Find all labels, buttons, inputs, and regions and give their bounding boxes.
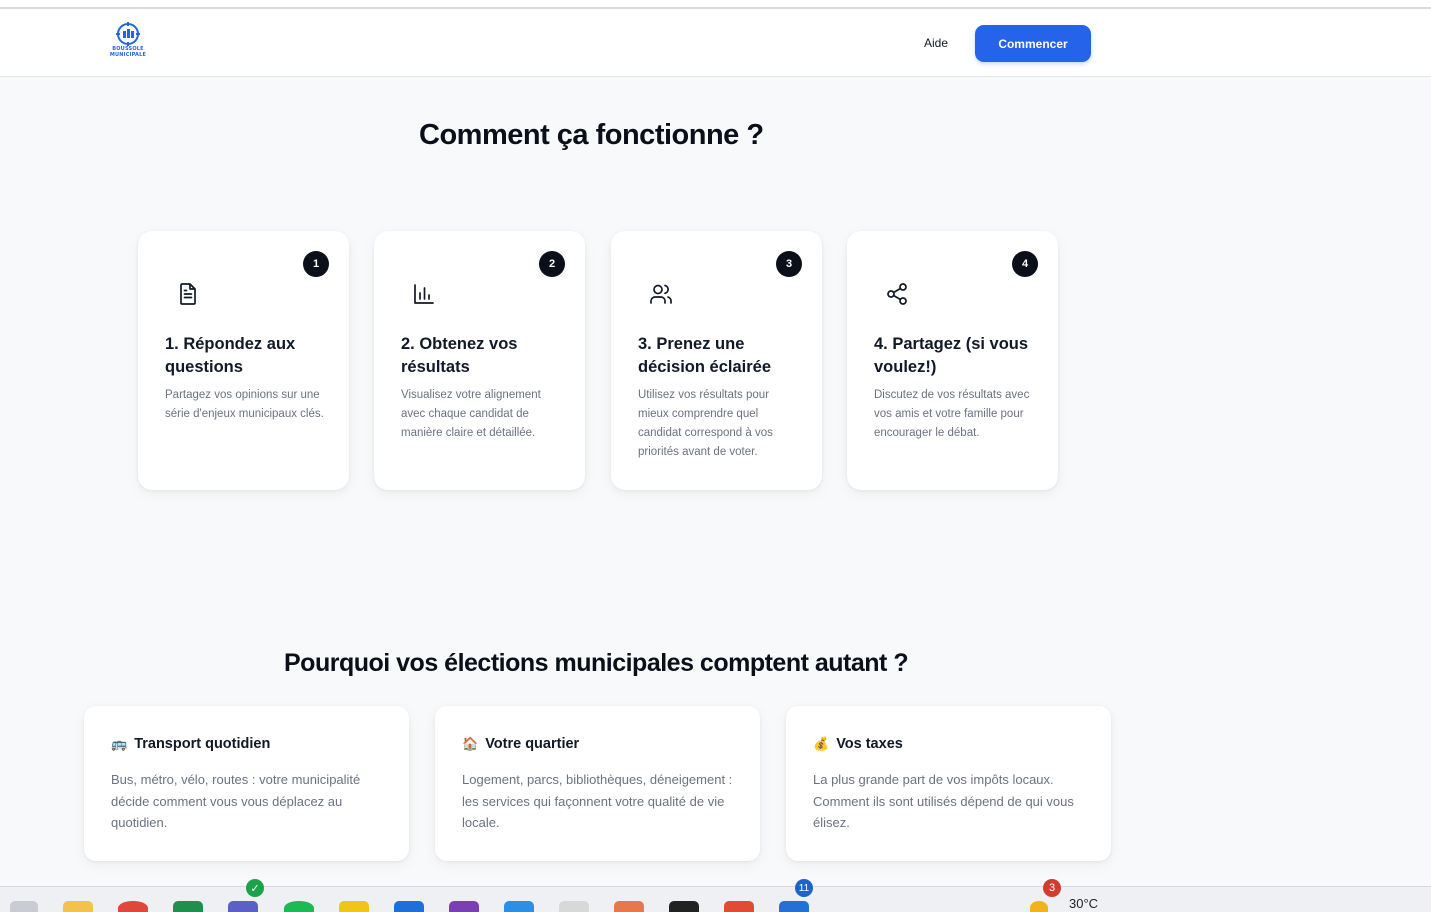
why-card-description: La plus grande part de vos impôts locaux…	[813, 772, 1074, 830]
mail-count-badge: 11	[795, 879, 813, 897]
brave-icon[interactable]	[724, 901, 754, 912]
why-card-neighbourhood: 🏠 Votre quartier Logement, parcs, biblio…	[435, 706, 760, 861]
document-icon	[180, 283, 196, 305]
bar-chart-icon	[414, 284, 434, 304]
boussole-logo[interactable]: BOUSSOLE MUNICIPALE	[106, 22, 150, 64]
search-taskbar-icon[interactable]	[10, 901, 38, 912]
browser-top-strip	[0, 0, 1431, 9]
step-description: Visualisez votre alignement avec chaque …	[401, 389, 541, 439]
why-card-description: Logement, parcs, bibliothèques, déneigem…	[462, 772, 733, 830]
app-icon[interactable]	[559, 901, 589, 912]
why-card-transport: 🚌 Transport quotidien Bus, métro, vélo, …	[84, 706, 409, 861]
why-card-description: Bus, métro, vélo, routes : votre municip…	[111, 772, 361, 830]
step-description: Partagez vos opinions sur une série d'en…	[165, 389, 324, 420]
app-icon[interactable]	[339, 901, 369, 912]
share-icon	[887, 283, 907, 305]
mail-icon[interactable]	[779, 901, 809, 912]
teams-icon[interactable]	[228, 901, 258, 912]
users-icon	[650, 284, 672, 304]
step-description: Discutez de vos résultats avec vos amis …	[874, 389, 1030, 439]
step-title: 1. Répondez aux questions	[165, 335, 296, 376]
why-card-title: Vos taxes	[836, 736, 903, 752]
sheets-icon[interactable]	[173, 901, 203, 912]
why-card-title: Transport quotidien	[134, 736, 271, 752]
top-navbar: BOUSSOLE MUNICIPALE Aide Commencer	[0, 10, 1431, 77]
step-card-4: 4 4. Partagez (si vous voulez!) Discutez…	[847, 231, 1058, 490]
step-card-1: 1 1. Répondez aux questions Partagez vos…	[138, 231, 349, 490]
why-card-header: 🏠 Votre quartier	[462, 736, 579, 752]
spotify-icon[interactable]	[284, 901, 314, 912]
step-title: 3. Prenez une décision éclairée	[638, 335, 771, 376]
start-button[interactable]: Commencer	[975, 25, 1091, 62]
step-description: Utilisez vos résultats pour mieux compre…	[638, 389, 773, 458]
step-card-3: 3 3. Prenez une décision éclairée Utilis…	[611, 231, 822, 490]
onenote-icon[interactable]	[449, 901, 479, 912]
logo-text-line2: MUNICIPALE	[109, 52, 147, 58]
help-link[interactable]: Aide	[924, 36, 948, 50]
app-icon[interactable]	[669, 901, 699, 912]
step-number-badge: 2	[539, 251, 565, 277]
file-explorer-icon[interactable]	[63, 901, 93, 912]
step-title: 2. Obtenez vos résultats	[401, 335, 518, 376]
os-taskbar: ✓ 11 3	[0, 879, 1431, 912]
step-number-badge: 4	[1012, 251, 1038, 277]
step-number-badge: 1	[303, 251, 329, 277]
app-icon[interactable]	[614, 901, 644, 912]
why-card-title: Votre quartier	[485, 736, 580, 752]
why-card-taxes: 💰 Vos taxes La plus grande part de vos i…	[786, 706, 1111, 861]
weather-icon[interactable]	[1030, 901, 1048, 912]
compass-logo-icon	[116, 22, 140, 46]
step-card-2: 2 2. Obtenez vos résultats Visualisez vo…	[374, 231, 585, 490]
why-it-matters-title: Pourquoi vos élections municipales compt…	[284, 649, 909, 677]
step-title: 4. Partagez (si vous voulez!)	[874, 335, 1029, 376]
bus-icon: 🚌	[111, 736, 128, 751]
step-number-badge: 3	[776, 251, 802, 277]
weather-temperature: 30°C	[1069, 896, 1099, 911]
vscode-icon[interactable]	[504, 901, 534, 912]
why-card-header: 🚌 Transport quotidien	[111, 736, 270, 752]
weather-alert-badge: 3	[1043, 879, 1061, 897]
money-bag-icon: 💰	[813, 736, 830, 751]
check-badge-icon: ✓	[246, 879, 264, 897]
outlook-icon[interactable]	[394, 901, 424, 912]
how-it-works-title: Comment ça fonctionne ?	[419, 119, 764, 151]
why-card-header: 💰 Vos taxes	[813, 736, 903, 752]
chrome-icon[interactable]	[118, 901, 148, 912]
house-icon: 🏠	[462, 736, 479, 751]
